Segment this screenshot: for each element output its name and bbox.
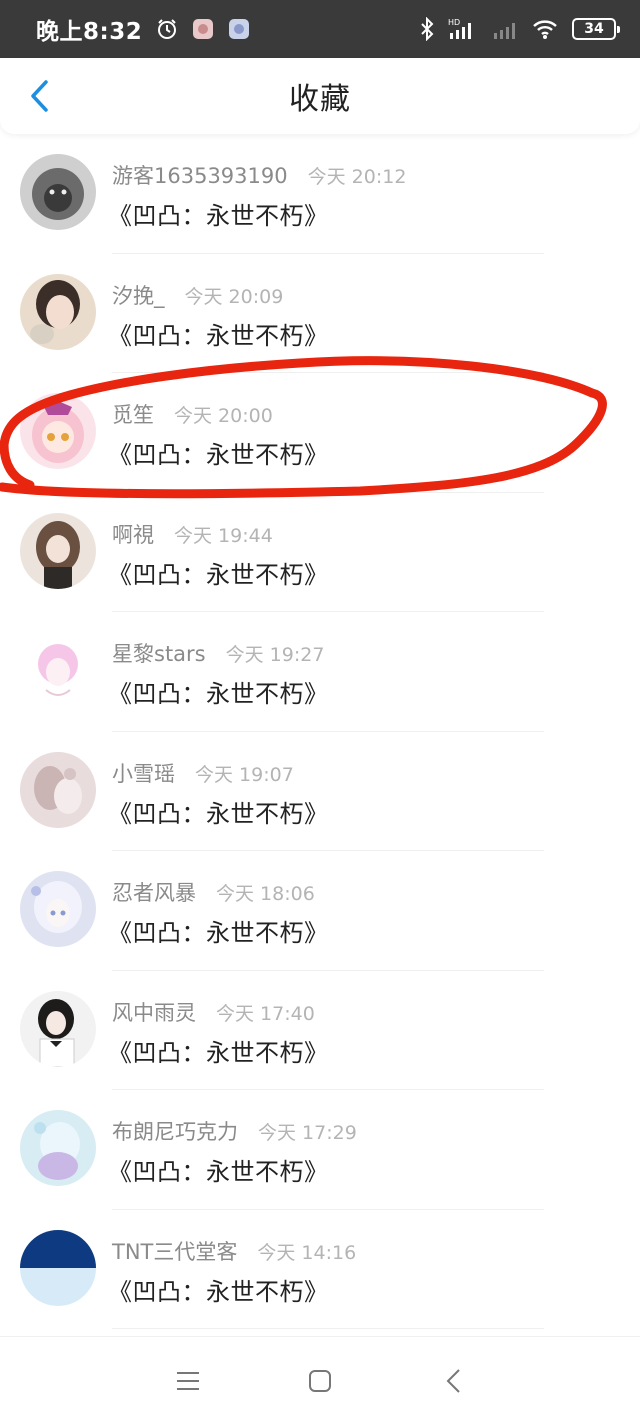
list-item[interactable]: 觅笙 今天 20:00 《凹凸：永世不朽》 (0, 373, 640, 493)
svg-text:HD: HD (448, 18, 460, 27)
avatar[interactable] (20, 871, 96, 947)
avatar[interactable] (20, 393, 96, 469)
item-title[interactable]: 《凹凸：永世不朽》 (108, 794, 329, 829)
timestamp: 今天 14:16 (257, 1241, 357, 1264)
list-item[interactable]: 游客1635393190 今天 20:12 《凹凸：永世不朽》 (0, 134, 640, 254)
back-button[interactable] (22, 78, 58, 114)
page-title: 收藏 (289, 82, 351, 117)
meta-line: 啊視 今天 19:44 (112, 519, 273, 549)
avatar[interactable] (20, 632, 96, 708)
timestamp: 今天 18:06 (216, 883, 315, 905)
timestamp: 今天 17:29 (258, 1122, 357, 1144)
timestamp: 今天 20:12 (307, 166, 407, 188)
timestamp: 今天 19:27 (225, 644, 325, 666)
divider (112, 1328, 544, 1329)
alarm-icon (156, 18, 178, 40)
status-time: 晚上8:32 (36, 19, 143, 45)
timestamp: 今天 20:09 (184, 285, 284, 308)
wifi-icon (532, 18, 558, 40)
username[interactable]: 风中雨灵 (112, 997, 196, 1027)
item-title[interactable]: 《凹凸：永世不朽》 (108, 1272, 329, 1307)
meta-line: 忍者风暴 今天 18:06 (112, 877, 315, 907)
list-item[interactable]: 风中雨灵 今天 17:40 《凹凸：永世不朽》 (0, 971, 640, 1090)
list-item[interactable]: 汐挽_ 今天 20:09 《凹凸：永世不朽》 (0, 254, 640, 373)
avatar[interactable] (20, 990, 96, 1067)
list-item[interactable]: 布朗尼巧克力 今天 17:29 《凹凸：永世不朽》 (0, 1090, 640, 1210)
header: 收藏 (0, 58, 640, 134)
list-item[interactable]: 啊視 今天 19:44 《凹凸：永世不朽》 (0, 493, 640, 612)
username[interactable]: 忍者风暴 (112, 877, 196, 907)
avatar[interactable] (20, 1229, 96, 1306)
avatar[interactable] (20, 154, 96, 230)
avatar[interactable] (20, 751, 96, 828)
username[interactable]: 觅笙 (112, 399, 154, 429)
app-icon (228, 18, 250, 40)
username[interactable]: 游客1635393190 (112, 160, 288, 190)
meta-line: 星黎stars 今天 19:27 (112, 638, 324, 668)
list-item[interactable]: TNT三代堂客 今天 14:16 《凹凸：永世不朽》 (0, 1210, 640, 1329)
timestamp: 今天 19:07 (195, 763, 294, 786)
username[interactable]: TNT三代堂客 (112, 1236, 237, 1266)
back-triangle-icon (446, 1369, 460, 1393)
home-square-icon (309, 1370, 331, 1392)
meta-line: 觅笙 今天 20:00 (112, 399, 273, 429)
favorites-list: 游客1635393190 今天 20:12 《凹凸：永世不朽》 汐挽_ 今天 2… (0, 134, 640, 1329)
item-title[interactable]: 《凹凸：永世不朽》 (108, 913, 329, 948)
item-title[interactable]: 《凹凸：永世不朽》 (108, 674, 329, 709)
timestamp: 今天 17:40 (216, 1002, 315, 1025)
username[interactable]: 小雪瑶 (112, 758, 175, 788)
back-nav-button[interactable] (438, 1365, 470, 1397)
status-left-icons (156, 18, 264, 40)
meta-line: 小雪瑶 今天 19:07 (112, 758, 294, 788)
username[interactable]: 星黎stars (112, 638, 206, 668)
status-bar: 晚上8:32 HD 34 (0, 0, 640, 58)
item-title[interactable]: 《凹凸：永世不朽》 (108, 1152, 329, 1187)
username[interactable]: 布朗尼巧克力 (112, 1116, 238, 1146)
menu-icon (177, 1372, 199, 1390)
meta-line: 风中雨灵 今天 17:40 (112, 997, 315, 1027)
avatar[interactable] (20, 512, 96, 589)
meta-line: 游客1635393190 今天 20:12 (112, 160, 406, 190)
item-title[interactable]: 《凹凸：永世不朽》 (108, 1033, 329, 1068)
system-nav-bar (0, 1336, 640, 1422)
username[interactable]: 啊視 (112, 519, 154, 549)
status-right-icons: HD 34 (406, 17, 620, 41)
battery-indicator: 34 (572, 18, 620, 40)
avatar[interactable] (20, 1110, 96, 1186)
hd-signal-icon: HD (448, 17, 478, 41)
username[interactable]: 汐挽_ (112, 280, 165, 310)
meta-line: 布朗尼巧克力 今天 17:29 (112, 1116, 357, 1146)
item-title[interactable]: 《凹凸：永世不朽》 (108, 435, 329, 470)
bluetooth-icon (420, 17, 434, 41)
list-item[interactable]: 星黎stars 今天 19:27 《凹凸：永世不朽》 (0, 612, 640, 732)
list-item[interactable]: 忍者风暴 今天 18:06 《凹凸：永世不朽》 (0, 851, 640, 971)
item-title[interactable]: 《凹凸：永世不朽》 (108, 196, 329, 231)
chevron-left-icon (31, 80, 48, 112)
home-button[interactable] (304, 1365, 336, 1397)
item-title[interactable]: 《凹凸：永世不朽》 (108, 555, 329, 590)
item-title[interactable]: 《凹凸：永世不朽》 (108, 316, 329, 351)
meta-line: TNT三代堂客 今天 14:16 (112, 1236, 356, 1266)
list-item[interactable]: 小雪瑶 今天 19:07 《凹凸：永世不朽》 (0, 732, 640, 851)
timestamp: 今天 19:44 (174, 524, 273, 547)
avatar[interactable] (20, 273, 96, 350)
menu-button[interactable] (172, 1365, 204, 1397)
signal-icon (492, 17, 518, 41)
app-icon (192, 18, 214, 40)
timestamp: 今天 20:00 (174, 405, 273, 427)
meta-line: 汐挽_ 今天 20:09 (112, 280, 283, 310)
